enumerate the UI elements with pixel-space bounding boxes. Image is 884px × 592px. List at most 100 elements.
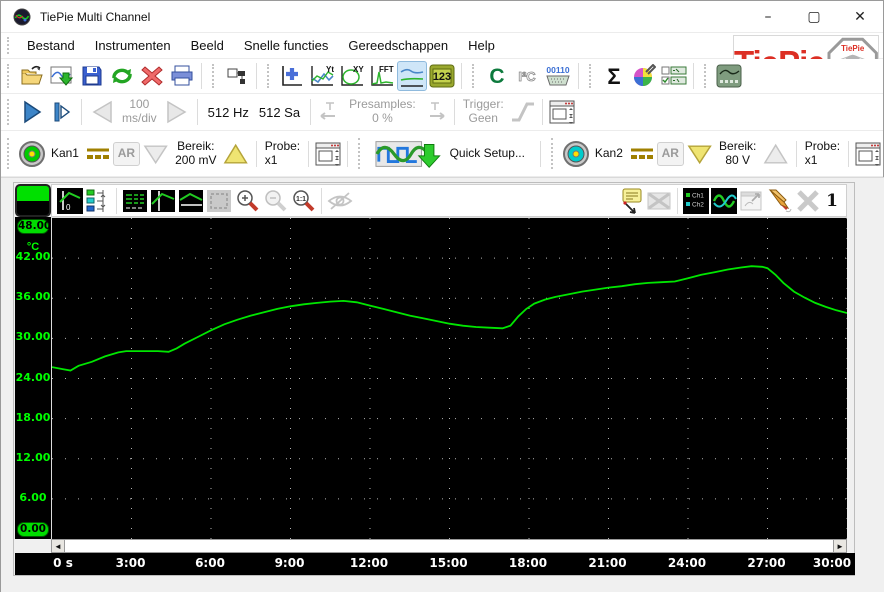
toolbar-grip[interactable] bbox=[7, 64, 12, 88]
pen-style-button[interactable] bbox=[766, 187, 794, 214]
zoom-in-button[interactable] bbox=[233, 187, 261, 214]
x-tick-label: 15:00 bbox=[429, 556, 468, 570]
save-data-button[interactable] bbox=[47, 61, 77, 91]
fft-graph-button[interactable]: FFT bbox=[367, 61, 397, 91]
toolbar-grip[interactable] bbox=[589, 64, 594, 88]
menu-item-instrumenten[interactable]: Instrumenten bbox=[85, 34, 181, 57]
zoom-region-button[interactable] bbox=[205, 187, 233, 214]
save-button[interactable] bbox=[77, 61, 107, 91]
toolbar-grip[interactable] bbox=[7, 99, 12, 125]
sample-rate-value[interactable]: 512 Hz bbox=[208, 105, 249, 120]
delete-button[interactable] bbox=[137, 61, 167, 91]
channel1-range-down-button[interactable] bbox=[140, 139, 171, 169]
instrument-window-button[interactable] bbox=[714, 61, 744, 91]
i2c-protocol-button[interactable]: I²C bbox=[512, 61, 542, 91]
channel1-coupling-icon[interactable] bbox=[83, 139, 113, 169]
graph-toolbar: 0 1:1 Ch1 Ch2 1 bbox=[51, 184, 847, 217]
visibility-eye-button[interactable] bbox=[326, 187, 354, 214]
y-tick-label[interactable]: 48.00 bbox=[17, 219, 51, 234]
maximize-button[interactable]: ▢ bbox=[791, 1, 837, 33]
minimize-button[interactable]: – bbox=[745, 1, 791, 33]
object-tree-button[interactable] bbox=[222, 61, 252, 91]
toolbar-grip[interactable] bbox=[704, 64, 709, 88]
scroll-right-button[interactable]: ► bbox=[833, 539, 847, 553]
record-length-value[interactable]: 512 Sa bbox=[259, 105, 300, 120]
start-button[interactable] bbox=[17, 97, 47, 127]
channel2-range-up-button[interactable] bbox=[760, 139, 791, 169]
plot-area[interactable] bbox=[51, 217, 848, 539]
presamples-increase-button[interactable] bbox=[420, 97, 450, 127]
channel2-range-down-button[interactable] bbox=[684, 139, 715, 169]
vertical-cursor-button[interactable] bbox=[149, 187, 177, 214]
serial-protocol-button[interactable]: 00110 bbox=[542, 61, 574, 91]
zoom-out-button[interactable] bbox=[261, 187, 289, 214]
close-graph-button[interactable] bbox=[794, 187, 822, 214]
axis-zero-button[interactable]: 0 bbox=[56, 187, 84, 214]
meter-display-button[interactable]: 123 bbox=[427, 61, 457, 91]
toolbar-grip[interactable] bbox=[358, 137, 363, 170]
menu-item-bestand[interactable]: Bestand bbox=[17, 34, 85, 57]
can-protocol-button[interactable]: C bbox=[482, 61, 512, 91]
xy-graph-button[interactable]: XY bbox=[337, 61, 367, 91]
acquisition-settings-button[interactable] bbox=[547, 97, 577, 127]
open-file-button[interactable] bbox=[17, 61, 47, 91]
channel1-range-up-button[interactable] bbox=[220, 139, 251, 169]
toolbar-grip[interactable] bbox=[267, 64, 272, 88]
horizontal-scrollbar[interactable]: ◄ ► bbox=[51, 539, 847, 553]
channel1-bnc-icon[interactable] bbox=[17, 139, 47, 169]
waveform-view-button[interactable] bbox=[710, 187, 738, 214]
graph-activity-indicator[interactable] bbox=[15, 184, 51, 217]
toolbar-grip[interactable] bbox=[550, 137, 556, 170]
channel-toolbar: Kan1 AR Bereik: 200 mV Probe: x1 Quick S… bbox=[1, 131, 883, 177]
legend-button[interactable]: Ch1 Ch2 bbox=[682, 187, 710, 214]
trigger-slope-icon[interactable] bbox=[508, 97, 538, 127]
channel2-settings-button[interactable] bbox=[853, 139, 883, 169]
y-tick-label[interactable]: 0.00 bbox=[17, 522, 49, 537]
menu-item-snelle-functies[interactable]: Snelle functies bbox=[234, 34, 339, 57]
add-graph-button[interactable] bbox=[277, 61, 307, 91]
channel1-settings-button[interactable] bbox=[313, 139, 343, 169]
delete-comment-button[interactable] bbox=[645, 187, 673, 214]
quick-setup-label: Quick Setup... bbox=[449, 145, 525, 160]
x-axis[interactable]: 0 s 3:00 6:00 9:00 12:00 15:00 18:00 21:00 24:00… bbox=[15, 553, 855, 575]
channel-offsets-button[interactable] bbox=[84, 187, 112, 214]
presamples-value: Presamples: 0 % bbox=[349, 97, 416, 125]
close-button[interactable]: ✕ bbox=[837, 1, 883, 33]
y-axis[interactable]: 48.00 42.00 36.00 30.00 24.00 18.00 12.00 6.00 0… bbox=[15, 217, 51, 539]
channel2-coupling-icon[interactable] bbox=[627, 139, 657, 169]
menu-item-gereedschappen[interactable]: Gereedschappen bbox=[338, 34, 458, 57]
line-display-button[interactable] bbox=[397, 61, 427, 91]
menu-item-help[interactable]: Help bbox=[458, 34, 505, 57]
scrollbar-thumb[interactable] bbox=[65, 539, 833, 553]
horizontal-cursor-button[interactable] bbox=[177, 187, 205, 214]
zoom-reset-button[interactable]: 1:1 bbox=[289, 187, 317, 214]
channel2-bnc-icon[interactable] bbox=[561, 139, 591, 169]
channel1-autorange-button[interactable]: AR bbox=[112, 141, 140, 166]
add-comment-button[interactable] bbox=[617, 187, 645, 214]
channel1-name: Kan1 bbox=[50, 145, 79, 160]
print-button[interactable] bbox=[167, 61, 197, 91]
refresh-button[interactable] bbox=[107, 61, 137, 91]
channel-list-settings-button[interactable] bbox=[659, 61, 689, 91]
toolbar-grip[interactable] bbox=[7, 36, 12, 55]
timebase-faster-button[interactable] bbox=[161, 97, 193, 127]
svg-text:XY: XY bbox=[353, 65, 364, 74]
math-sigma-button[interactable]: Σ bbox=[599, 61, 629, 91]
presamples-decrease-button[interactable] bbox=[315, 97, 345, 127]
x-tick-label: 0 s bbox=[53, 556, 73, 570]
scroll-left-button[interactable]: ◄ bbox=[51, 539, 65, 553]
toolbar-grip[interactable] bbox=[212, 64, 217, 88]
toolbar-grip[interactable] bbox=[472, 64, 477, 88]
toolbar-grip[interactable] bbox=[7, 137, 12, 170]
popout-window-button[interactable] bbox=[738, 187, 766, 214]
value-table-button[interactable] bbox=[121, 187, 149, 214]
graph-panel: 0 1:1 Ch1 Ch2 1 48.00 42.00 36.00 30.00 … bbox=[1, 177, 884, 592]
timebase-slower-button[interactable] bbox=[86, 97, 118, 127]
yt-graph-button[interactable]: Yt bbox=[307, 61, 337, 91]
menu-item-beeld[interactable]: Beeld bbox=[181, 34, 234, 57]
color-settings-button[interactable] bbox=[629, 61, 659, 91]
channel2-name: Kan2 bbox=[594, 145, 623, 160]
channel2-autorange-button[interactable]: AR bbox=[656, 141, 684, 166]
oneshot-button[interactable] bbox=[47, 97, 77, 127]
quick-setup-button[interactable]: Quick Setup... bbox=[368, 139, 536, 169]
